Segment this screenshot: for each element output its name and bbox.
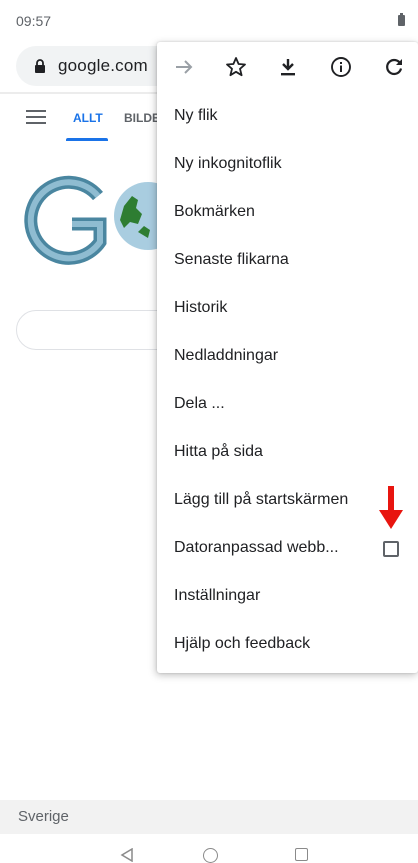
menu-item-settings[interactable]: Inställningar [157,573,418,621]
tab-all[interactable]: ALLT [73,111,103,125]
system-nav-bar [0,834,418,863]
hamburger-menu-icon[interactable] [26,110,46,124]
menu-item-bookmarks[interactable]: Bokmärken [157,189,418,237]
battery-icon [398,13,405,26]
menu-item-label: Senaste flikarna [174,251,289,268]
google-doodle-logo[interactable] [20,172,160,272]
footer-country: Sverige [18,808,69,825]
menu-item-find-in-page[interactable]: Hitta på sida [157,429,418,477]
menu-item-downloads[interactable]: Nedladdningar [157,333,418,381]
menu-item-history[interactable]: Historik [157,285,418,333]
menu-item-help-feedback[interactable]: Hjälp och feedback [157,621,418,669]
menu-item-label: Hitta på sida [174,443,263,460]
download-icon[interactable] [276,55,300,79]
menu-item-label: Datoranpassad webb... [174,539,339,556]
nav-recents-icon[interactable] [295,848,308,861]
menu-item-label: Hjälp och feedback [174,635,311,652]
star-icon[interactable] [224,55,248,79]
menu-item-desktop-site[interactable]: Datoranpassad webb... [157,525,418,573]
menu-item-new-tab[interactable]: Ny flik [157,93,418,141]
menu-item-label: Ny inkognitoflik [174,155,282,172]
footer: Sverige [0,800,418,834]
menu-item-recent-tabs[interactable]: Senaste flikarna [157,237,418,285]
desktop-site-checkbox[interactable] [383,541,399,557]
tab-images[interactable]: BILDE [124,111,160,125]
overflow-menu: Ny flik Ny inkognitoflik Bokmärken Senas… [157,42,418,673]
menu-item-label: Bokmärken [174,203,255,220]
nav-back-icon[interactable] [120,848,134,862]
menu-item-label: Nedladdningar [174,347,279,364]
menu-item-new-incognito-tab[interactable]: Ny inkognitoflik [157,141,418,189]
url-text: google.com [58,56,148,75]
menu-item-label: Inställningar [174,587,261,604]
menu-item-label: Historik [174,299,228,316]
forward-arrow-icon[interactable] [172,55,196,79]
active-tab-indicator [66,138,108,141]
info-icon[interactable] [329,55,353,79]
status-time: 09:57 [16,13,52,29]
red-arrow-annotation-icon [379,486,403,529]
menu-item-label: Dela ... [174,395,225,412]
menu-item-label: Ny flik [174,107,218,124]
status-bar: 09:57 [0,0,418,40]
menu-icon-row [157,42,418,92]
menu-item-label: Lägg till på startskärmen [174,491,349,508]
lock-icon [35,59,45,73]
refresh-icon[interactable] [382,55,406,79]
menu-item-share[interactable]: Dela ... [157,381,418,429]
nav-home-icon[interactable] [203,848,218,863]
